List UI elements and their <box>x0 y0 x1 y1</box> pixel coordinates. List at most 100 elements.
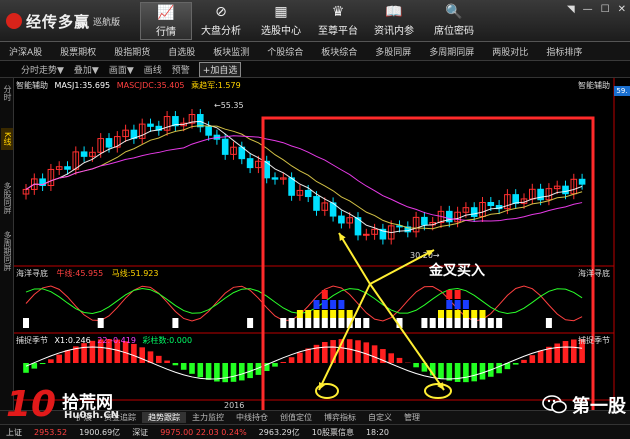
candle-body <box>487 202 495 207</box>
sub2-red-bar <box>164 360 170 363</box>
sub1-white-bar <box>338 318 345 328</box>
chart-toolbar: 分时走势▼ 叠加▼ 画面▼ 画线 预警 +加自选 <box>0 61 630 78</box>
sub2-x1: X1:0.246 <box>54 336 91 345</box>
sub2-green-bar <box>197 363 204 378</box>
tab-mid-holding[interactable]: 中线持仓 <box>230 412 274 423</box>
sub1-panel-header: 海洋寻底 牛线:45.955 马线:51.923 <box>16 268 158 279</box>
tab-custom[interactable]: 自定义 <box>362 412 398 423</box>
sub1-white-bar <box>172 318 179 328</box>
nav-news-button[interactable]: 📖 资讯内参 <box>368 2 420 40</box>
sub1-yellow-bar <box>438 310 444 318</box>
nav-market-analysis-button[interactable]: ⊘ 大盘分析 <box>195 2 247 40</box>
arrow-line <box>369 249 435 285</box>
menu-item-sector-overview[interactable]: 板块综合 <box>312 45 366 58</box>
alert-button[interactable]: 预警 <box>167 63 195 76</box>
minimize-icon[interactable]: — <box>583 4 593 15</box>
menu-item-options[interactable]: 股票期权 <box>51 45 105 58</box>
main-panel-title-right: 智能辅助 <box>578 81 610 90</box>
sub2-red-bar <box>64 350 71 363</box>
maximize-icon[interactable]: ☐ <box>601 4 610 15</box>
timeshare-dropdown[interactable]: 分时走势▼ <box>16 63 69 76</box>
sub2-title-right: 捕捉季节 <box>578 336 610 345</box>
signal-ellipse <box>315 383 339 399</box>
nav-label: 大盘分析 <box>201 26 241 37</box>
sub1-yellow-bar <box>313 310 320 318</box>
candle-body <box>64 166 71 170</box>
indicator-trend: 乘趋军:1.579 <box>191 81 241 90</box>
sub1-blue-bar <box>321 300 328 309</box>
sub1-white-bar <box>421 318 428 328</box>
sub2-red-bar <box>529 355 536 363</box>
candle-body <box>470 207 478 217</box>
grid-icon: ▦ <box>274 4 288 20</box>
watermark-left: 10 拾荒网 Hu0sh.CN <box>2 384 152 434</box>
candle-body <box>363 233 370 236</box>
tab-game-indicator[interactable]: 博弈指标 <box>318 412 362 423</box>
menu-item-indicator-sort[interactable]: 指标排序 <box>537 45 591 58</box>
close-icon[interactable]: ✕ <box>618 4 626 15</box>
top-toolbar: 经传多赢 巡航版 📈 行情 ⊘ 大盘分析 ▦ 选股中心 ♛ 至尊平台 📖 资讯内… <box>0 0 630 42</box>
candle-body <box>338 215 345 224</box>
sub2-red-bar <box>305 348 311 363</box>
sub2-green-bar <box>413 363 419 368</box>
sub2-red-bar <box>48 359 54 363</box>
side-tab-timeshare[interactable]: 分时 <box>1 82 13 104</box>
candle-body <box>80 151 88 157</box>
sub1-ma-line: 马线:51.923 <box>111 269 159 278</box>
sub2-green-bar <box>471 363 477 382</box>
nav-label: 行情 <box>156 27 176 38</box>
side-tab-multi-stock[interactable]: 多股同屏 <box>1 176 13 220</box>
compass-icon: ⊘ <box>215 4 227 20</box>
draw-line-button[interactable]: 画线 <box>139 63 167 76</box>
menu-item-stock-overview[interactable]: 个股综合 <box>258 45 312 58</box>
add-watchlist-button[interactable]: +加自选 <box>198 61 242 77</box>
sub1-white-bar <box>330 318 337 328</box>
sub2-green-bar <box>205 363 212 380</box>
nav-quote-button[interactable]: 📈 行情 <box>140 2 192 40</box>
tab-main-force[interactable]: 主力监控 <box>186 412 230 423</box>
kline-chart: ←55.3530.20→ 金叉买入 <box>14 78 615 420</box>
sub1-blue-bar <box>454 300 461 309</box>
nav-stock-picker-button[interactable]: ▦ 选股中心 <box>255 2 307 40</box>
skin-icon[interactable]: ◥ <box>567 4 575 15</box>
overlay-dropdown[interactable]: 叠加▼ <box>69 63 104 76</box>
nav-supreme-platform-button[interactable]: ♛ 至尊平台 <box>312 2 364 40</box>
sub1-red-bar <box>454 290 461 299</box>
layout-dropdown[interactable]: 画面▼ <box>104 63 139 76</box>
sub1-white-bar <box>247 318 254 328</box>
candle-body <box>304 189 312 198</box>
sub2-red-bar <box>396 357 403 363</box>
candle-body <box>512 194 519 204</box>
sub1-red-bar <box>446 290 453 299</box>
sub2-green-bar <box>172 363 179 366</box>
side-tab-multi-period[interactable]: 多周期同屏 <box>1 226 13 276</box>
side-tab-kline[interactable]: K线 <box>1 128 13 150</box>
candle-body <box>271 177 279 180</box>
menu-item-multi-stock[interactable]: 多股同屏 <box>366 45 420 58</box>
arrow-line <box>338 232 371 285</box>
sub1-white-bar <box>280 318 287 328</box>
sub1-blue-bar <box>462 300 469 309</box>
sub2-red-bar <box>131 343 137 363</box>
sub1-blue-bar <box>313 300 320 309</box>
sub2-green-bar <box>23 363 29 373</box>
sub2-green-bar <box>446 363 453 381</box>
magnifier-icon: 🔍 <box>445 4 463 20</box>
sub1-white-bar <box>438 318 444 328</box>
tab-manage[interactable]: 管理 <box>398 412 426 423</box>
menu-item-watchlist[interactable]: 自选股 <box>159 45 204 58</box>
nav-seat-code-button[interactable]: 🔍 席位密码 <box>428 2 480 40</box>
sub1-white-bar <box>305 318 312 328</box>
indicator-mascjdc: MASCJDC:35.405 <box>116 81 185 90</box>
menu-item-multi-period[interactable]: 多周期同屏 <box>420 45 483 58</box>
tab-value-position[interactable]: 创值定位 <box>274 412 318 423</box>
sub1-title: 海洋寻底 <box>16 269 48 278</box>
menu-item-futures[interactable]: 股指期货 <box>105 45 159 58</box>
crown-icon: ♛ <box>331 4 345 20</box>
status-item: 2963.29亿 <box>258 427 300 437</box>
menu-item-sector-monitor[interactable]: 板块监测 <box>204 45 258 58</box>
sub1-white-bar <box>496 318 503 328</box>
menu-item-compare[interactable]: 两股对比 <box>483 45 537 58</box>
menu-item-a-shares[interactable]: 沪深A股 <box>0 45 51 58</box>
sub2-green-bar <box>39 363 46 365</box>
